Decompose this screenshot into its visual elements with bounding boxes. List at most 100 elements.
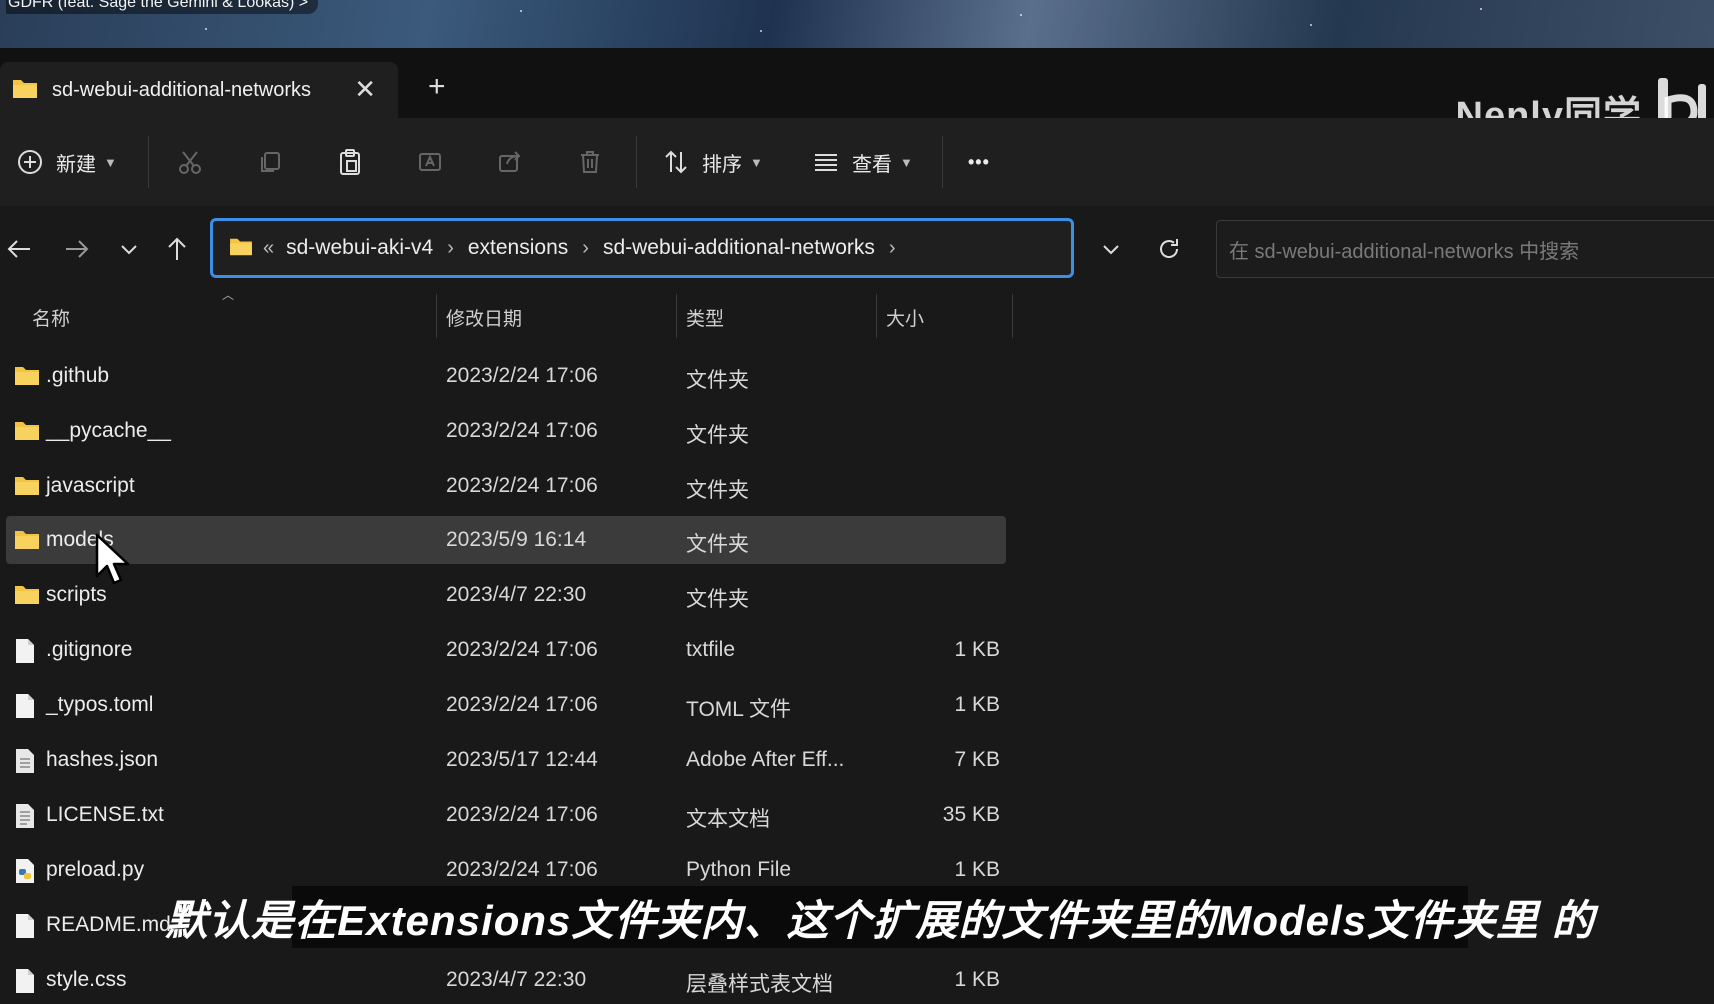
list-item-gitignore[interactable]: .gitignore 2023/2/24 17:06 txtfile 1 KB [6,626,1006,674]
overflow-chevron-icon[interactable]: « [263,237,274,260]
paste-button[interactable] [336,142,364,182]
list-item-models[interactable]: models 2023/5/9 16:14 文件夹 [6,516,1006,564]
back-arrow-icon[interactable] [4,234,34,264]
navigation-bar: « sd-webui-aki-v4 › extensions › sd-webu… [0,206,1714,292]
file-size: 1 KB [954,858,1000,881]
recent-locations-chevron-icon[interactable] [114,234,144,264]
column-header-date[interactable]: 修改日期 [446,304,522,331]
file-date: 2023/5/17 12:44 [446,748,598,771]
file-type: Adobe After Eff... [686,748,845,771]
file-icon [14,968,36,999]
file-date: 2023/2/24 17:06 [446,803,598,826]
share-button[interactable] [496,142,524,182]
new-label: 新建 [56,153,96,176]
file-type: Python File [686,858,792,881]
file-type: 文本文档 [686,808,770,831]
video-subtitle: 默认是在Extensions文件夹内、这个扩展的文件夹里的Models文件夹里 … [165,886,1594,948]
file-type: 文件夹 [686,424,749,447]
column-header-type[interactable]: 类型 [686,304,724,331]
list-item-typos-toml[interactable]: _typos.toml 2023/2/24 17:06 TOML 文件 1 KB [6,681,1006,729]
delete-button[interactable] [576,142,604,182]
column-divider[interactable] [676,294,677,338]
list-view-icon [812,148,840,176]
command-bar: 新建 ▼ 排序 ▼ 查看 ▼ ••• [0,118,1714,207]
rename-icon [416,148,444,176]
file-size: 1 KB [954,968,1000,991]
file-date: 2023/2/24 17:06 [446,474,598,497]
column-divider[interactable] [876,294,877,338]
file-type: 文件夹 [686,588,749,611]
video-banner: GDFR (feat. Sage the Gemini & Lookas) > [0,0,1714,48]
column-divider[interactable] [436,294,437,338]
chevron-down-icon: ▼ [900,154,913,170]
divider [148,136,149,188]
file-date: 2023/2/24 17:06 [446,693,598,716]
column-header-size[interactable]: 大小 [886,304,924,331]
tab-bar: sd-webui-additional-networks ✕ + Nenly同学 [0,48,1714,137]
column-headers: ︿ 名称 修改日期 类型 大小 [0,288,1714,342]
sort-label: 排序 [702,153,742,176]
list-item-scripts[interactable]: scripts 2023/4/7 22:30 文件夹 [6,571,1006,619]
folder-icon [229,236,253,261]
folder-icon [14,474,40,501]
mouse-pointer-icon [95,533,130,585]
list-item-style-css[interactable]: style.css 2023/4/7 22:30 层叠样式表文档 1 KB [6,956,1006,1004]
sort-arrows-icon [662,148,690,176]
folder-icon [14,419,40,446]
more-options-button[interactable]: ••• [968,142,990,182]
new-button[interactable]: 新建 ▼ [16,142,117,182]
breadcrumb-separator-icon[interactable]: › [889,237,896,260]
list-item-hashes-json[interactable]: hashes.json 2023/5/17 12:44 Adobe After … [6,736,1006,784]
folder-icon [14,583,40,610]
file-name: hashes.json [46,748,159,771]
address-history-chevron-icon[interactable] [1096,234,1126,264]
trash-icon [576,148,604,176]
tab-current[interactable]: sd-webui-additional-networks ✕ [0,62,398,118]
file-size: 1 KB [954,693,1000,716]
file-type: TOML 文件 [686,698,792,721]
file-size: 35 KB [942,803,1000,826]
search-input[interactable]: 在 sd-webui-additional-networks 中搜索 [1216,220,1714,278]
list-item-javascript[interactable]: javascript 2023/2/24 17:06 文件夹 [6,462,1006,510]
folder-icon [14,364,40,391]
cut-button[interactable] [176,142,204,182]
file-type: txtfile [686,638,736,661]
python-file-icon [14,858,36,889]
breadcrumb-sd-webui-aki-v4[interactable]: sd-webui-aki-v4 [286,236,433,260]
breadcrumb-separator-icon[interactable]: › [582,237,589,260]
chevron-down-icon: ▼ [104,154,117,170]
column-header-name[interactable]: 名称 [32,304,70,331]
close-icon[interactable]: ✕ [354,74,376,104]
add-tab-button[interactable]: + [428,70,446,104]
list-item-github[interactable]: .github 2023/2/24 17:06 文件夹 [6,352,1006,400]
file-name: __pycache__ [46,419,171,442]
divider [636,136,637,188]
text-file-icon [14,803,36,834]
file-date: 2023/4/7 22:30 [446,583,587,606]
file-icon [14,638,36,669]
document-icon [14,748,36,779]
refresh-icon[interactable] [1154,234,1184,264]
sort-button[interactable]: 排序 ▼ [662,142,763,182]
rename-button[interactable] [416,142,444,182]
sort-ascending-icon: ︿ [222,288,235,302]
file-type: 层叠样式表文档 [686,973,833,996]
file-size: 1 KB [954,638,1000,661]
view-button[interactable]: 查看 ▼ [812,142,913,182]
list-item-pycache[interactable]: __pycache__ 2023/2/24 17:06 文件夹 [6,407,1006,455]
folder-icon [14,528,40,555]
address-bar[interactable]: « sd-webui-aki-v4 › extensions › sd-webu… [210,218,1074,278]
breadcrumb-sd-webui-additional-networks[interactable]: sd-webui-additional-networks [603,236,875,260]
list-item-license-txt[interactable]: LICENSE.txt 2023/2/24 17:06 文本文档 35 KB [6,791,1006,839]
breadcrumb-separator-icon[interactable]: › [447,237,454,260]
now-playing-title[interactable]: GDFR (feat. Sage the Gemini & Lookas) > [6,0,319,14]
column-divider[interactable] [1012,294,1013,338]
up-arrow-icon[interactable] [162,234,192,264]
file-icon [14,693,36,724]
file-date: 2023/4/7 22:30 [446,968,587,991]
breadcrumb-extensions[interactable]: extensions [468,236,568,260]
forward-arrow-icon[interactable] [62,234,92,264]
copy-button[interactable] [256,142,284,182]
scissors-icon [176,148,204,176]
file-size: 7 KB [954,748,1000,771]
